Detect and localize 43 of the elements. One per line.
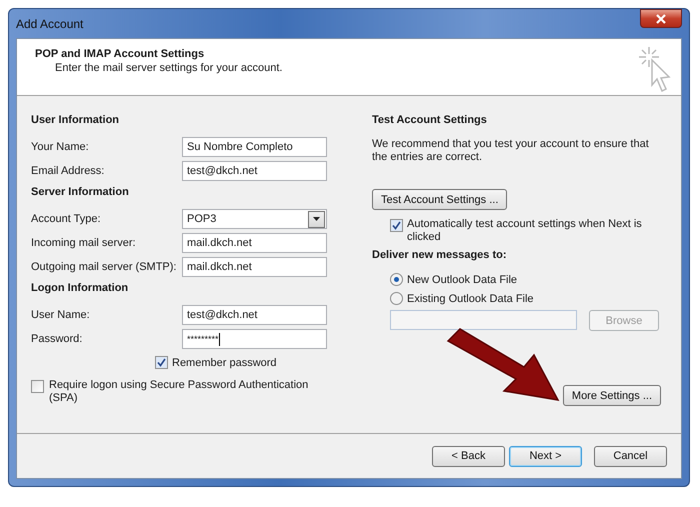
checkbox-label: Remember password [172,356,277,368]
input-field[interactable]: Su Nombre Completo [182,137,327,157]
file-path-field[interactable] [390,310,577,330]
section-heading: Server Information [31,186,130,200]
input-field[interactable]: test@dkch.net [182,161,327,181]
close-icon [656,14,666,24]
checkbox[interactable] [31,380,44,393]
radio-label: New Outlook Data File [407,274,518,286]
checkbox[interactable] [390,219,403,232]
radio-button[interactable] [390,292,403,305]
test-settings-button[interactable]: Test Account Settings ... [372,189,508,210]
checkbox[interactable] [155,356,168,369]
description-text: We recommend that you test your account to ensure that the entries are correct. [372,138,650,164]
section-heading: Test Account Settings [372,114,488,128]
window-title: Add Account [16,16,84,30]
footer-button[interactable]: Cancel [594,446,667,466]
checkbox-label: Require logon using Secure Password Authentication (SPA) [49,379,310,405]
field-label: Password: [31,333,82,345]
field-label: Outgoing mail server (SMTP): [31,261,176,273]
field-label: User Name: [31,309,90,321]
close-button[interactable] [640,9,682,28]
caret-icon [313,217,320,221]
field-label: Your Name: [31,141,89,153]
input-field[interactable]: test@dkch.net [182,305,327,325]
cursor-sparkle-icon [637,45,671,93]
page-subtitle: Enter the mail server settings for your account. [54,62,282,74]
section-heading: Deliver new messages to: [372,249,508,263]
field-label: Incoming mail server: [31,237,136,249]
section-heading: Logon Information [31,282,130,296]
input-field[interactable]: mail.dkch.net [182,257,327,277]
account-type-dropdown[interactable]: POP3 [182,209,327,229]
more-settings-button[interactable]: More Settings ... [562,385,661,406]
section-heading: User Information [31,114,120,128]
input-field[interactable]: mail.dkch.net [182,233,327,253]
field-label: Email Address: [31,165,104,177]
footer-button[interactable]: Next > [509,446,582,466]
footer-button[interactable]: < Back [432,446,505,466]
radio-label: Existing Outlook Data File [407,292,534,304]
password-field[interactable]: ********* [182,329,327,349]
page-title: POP and IMAP Account Settings [35,48,206,60]
field-label: Account Type: [31,213,101,225]
checkbox-label: Automatically test account settings when Next is clicked [407,218,642,244]
radio-button[interactable] [390,273,403,286]
